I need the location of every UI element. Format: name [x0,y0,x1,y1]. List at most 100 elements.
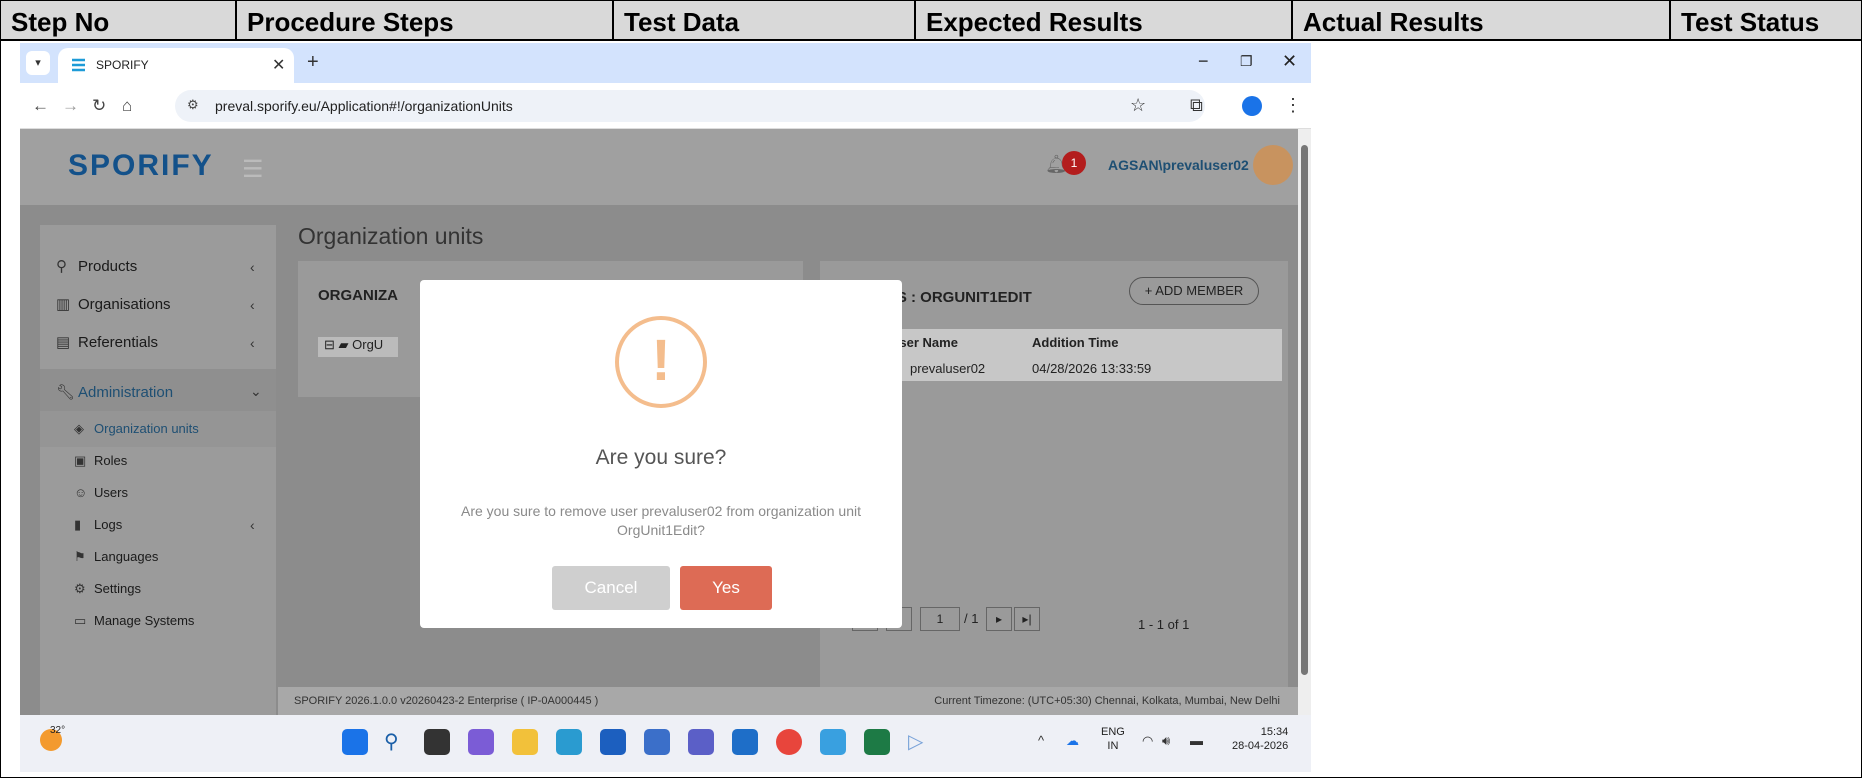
address-bar-row: ← → ↻ ⌂ ⚙ preval.sporify.eu/Application#… [20,83,1311,129]
restore-icon[interactable]: ❐ [1240,53,1253,70]
app-icon[interactable] [644,729,670,755]
windows-taskbar: 32° ⚲ ▷ ^ ☁ ENG IN ◠ 🔊︎ ▬ 15:34 28-04-2026 [20,715,1311,772]
hamburger-icon[interactable]: ☰ [242,155,264,184]
flag-icon: ⚑ [74,549,86,564]
reload-icon[interactable]: ↻ [92,96,106,116]
player-icon[interactable]: ▷ [908,729,934,755]
menu-kebab-icon[interactable]: ⋮ [1284,95,1302,116]
table-header-row: Step No Procedure Steps Test Data Expect… [1,1,1861,41]
edge-icon[interactable] [556,729,582,755]
header-procedure-steps: Procedure Steps [237,1,614,41]
header-actual-results: Actual Results [1293,1,1671,41]
site-info-icon[interactable]: ⚙ [187,97,199,113]
chevron-up-icon[interactable]: ^ [1038,733,1044,748]
profile-icon[interactable] [1242,96,1262,116]
timezone-text: Current Timezone: (UTC+05:30) Chennai, K… [934,695,1280,707]
page-count: / 1 [964,611,979,626]
task-view-icon[interactable] [424,729,450,755]
pager: |◂ ◂ 1 / 1 ▸ ▸| 1 - 1 of 1 [842,607,1282,633]
sidebar-item-settings[interactable]: ⚙ Settings [74,581,141,597]
back-icon[interactable]: ← [32,96,49,116]
url-text: preval.sporify.eu/Application#!/organiza… [215,98,513,114]
close-window-icon[interactable]: ✕ [1282,51,1297,72]
yes-button[interactable]: Yes [680,566,772,610]
page-title: Organization units [298,223,484,249]
user-name[interactable]: AGSAN\prevaluser02 [1108,157,1249,173]
cancel-button[interactable]: Cancel [552,566,670,610]
warning-icon: ! [615,316,707,408]
excel-icon[interactable] [864,729,890,755]
tree-item[interactable]: ⊟ ▰ OrgU [318,337,398,357]
copilot-icon[interactable] [468,729,494,755]
grid-header-addition-time[interactable]: Addition Time [1032,335,1118,350]
chrome-icon[interactable] [776,729,802,755]
sidebar-item-users[interactable]: ☺ Users [74,485,128,500]
extensions-icon[interactable]: ⧉ [1190,95,1203,116]
sidebar-item-logs[interactable]: ▮ Logs [74,517,122,533]
header-expected-results: Expected Results [916,1,1293,41]
bookmark-star-icon[interactable]: ☆ [1130,95,1146,116]
battery-icon[interactable]: ▬ [1190,733,1203,748]
app-footer: SPORIFY 2026.1.0.0 v20260423-2 Enterpris… [278,687,1298,715]
language-indicator[interactable]: ENG IN [1101,725,1125,753]
plus-icon: + [1144,283,1156,298]
browser-tab[interactable]: SPORIFY ✕ [58,48,294,83]
new-tab-button[interactable]: + [307,51,319,74]
chevron-left-icon: ‹ [250,335,255,351]
avatar[interactable] [1253,145,1293,185]
minimize-icon[interactable]: − [1198,51,1209,72]
list-icon: ▤ [56,334,71,351]
confirm-dialog: ! Are you sure? Are you sure to remove u… [420,280,902,628]
page-input[interactable]: 1 [920,607,960,631]
url-field[interactable]: ⚙ preval.sporify.eu/Application#!/organi… [175,90,1205,122]
sidebar-item-products[interactable]: ⚲ Products [56,257,137,275]
outlook-icon[interactable] [732,729,758,755]
close-tab-icon[interactable]: ✕ [272,55,285,75]
scrollbar[interactable] [1298,129,1311,715]
browser-tabstrip: ▾ SPORIFY ✕ + − ❐ ✕ [20,43,1311,83]
sidebar-item-referentials[interactable]: ▤ Referentials [56,333,158,351]
gear-icon: ⚙ [74,581,86,596]
cloud-icon[interactable]: ☁ [1066,733,1079,749]
file-explorer-icon[interactable] [512,729,538,755]
screenshot: ▾ SPORIFY ✕ + − ❐ ✕ ← → ↻ ⌂ ⚙ preval.spo… [20,43,1311,772]
sidebar: ⚲ Products ‹ ▥ Organisations ‹ ▤ Referentia… [40,225,276,715]
wifi-icon[interactable]: ◠ [1142,733,1153,749]
users-icon: ☺ [74,485,88,500]
start-icon[interactable] [342,729,368,755]
weather-temp: 32° [50,725,66,736]
briefcase-icon: ▣ [74,453,87,468]
org-panel-title: ORGANIZA [318,287,398,304]
chevron-left-icon: ‹ [250,517,255,533]
forward-icon[interactable]: → [62,96,79,116]
notification-badge[interactable]: 1 [1062,151,1086,175]
dialog-message: Are you sure to remove user prevaluser02… [461,503,861,538]
volume-icon[interactable]: 🔊︎ [1162,733,1170,749]
org-icon: ▥ [56,296,71,313]
clock[interactable]: 15:34 28-04-2026 [1232,725,1288,753]
header-test-status: Test Status [1681,7,1820,37]
sidebar-item-organization-units[interactable]: ◈ Organization units [74,421,199,437]
sidebar-item-roles[interactable]: ▣ Roles [74,453,127,469]
sidebar-item-manage-systems[interactable]: ▭ Manage Systems [74,613,194,629]
scrollbar-thumb[interactable] [1301,145,1308,675]
sporify-logo: SPORIFY [68,149,214,182]
sidebar-item-administration[interactable]: 🔧︎ Administration [56,383,173,401]
search-icon[interactable]: ⚲ [384,729,410,755]
last-page-button[interactable]: ▸| [1014,607,1040,631]
grid-cell-user[interactable]: prevaluser02 [910,361,985,376]
teams-icon[interactable] [688,729,714,755]
tab-search-button[interactable]: ▾ [26,51,50,75]
chevron-left-icon: ‹ [250,297,255,313]
pager-summary: 1 - 1 of 1 [1138,617,1190,632]
next-page-button[interactable]: ▸ [986,607,1012,631]
onedrive-icon[interactable] [820,729,846,755]
store-icon[interactable] [600,729,626,755]
home-icon[interactable]: ⌂ [122,96,132,116]
sidebar-item-languages[interactable]: ⚑ Languages [74,549,158,565]
tab-title: SPORIFY [96,58,149,72]
sidebar-item-organisations[interactable]: ▥ Organisations [56,295,171,313]
sporify-tab-icon [72,58,85,72]
layers-icon: ◈ [74,421,84,436]
add-member-button[interactable]: + ADD MEMBER [1129,277,1259,305]
